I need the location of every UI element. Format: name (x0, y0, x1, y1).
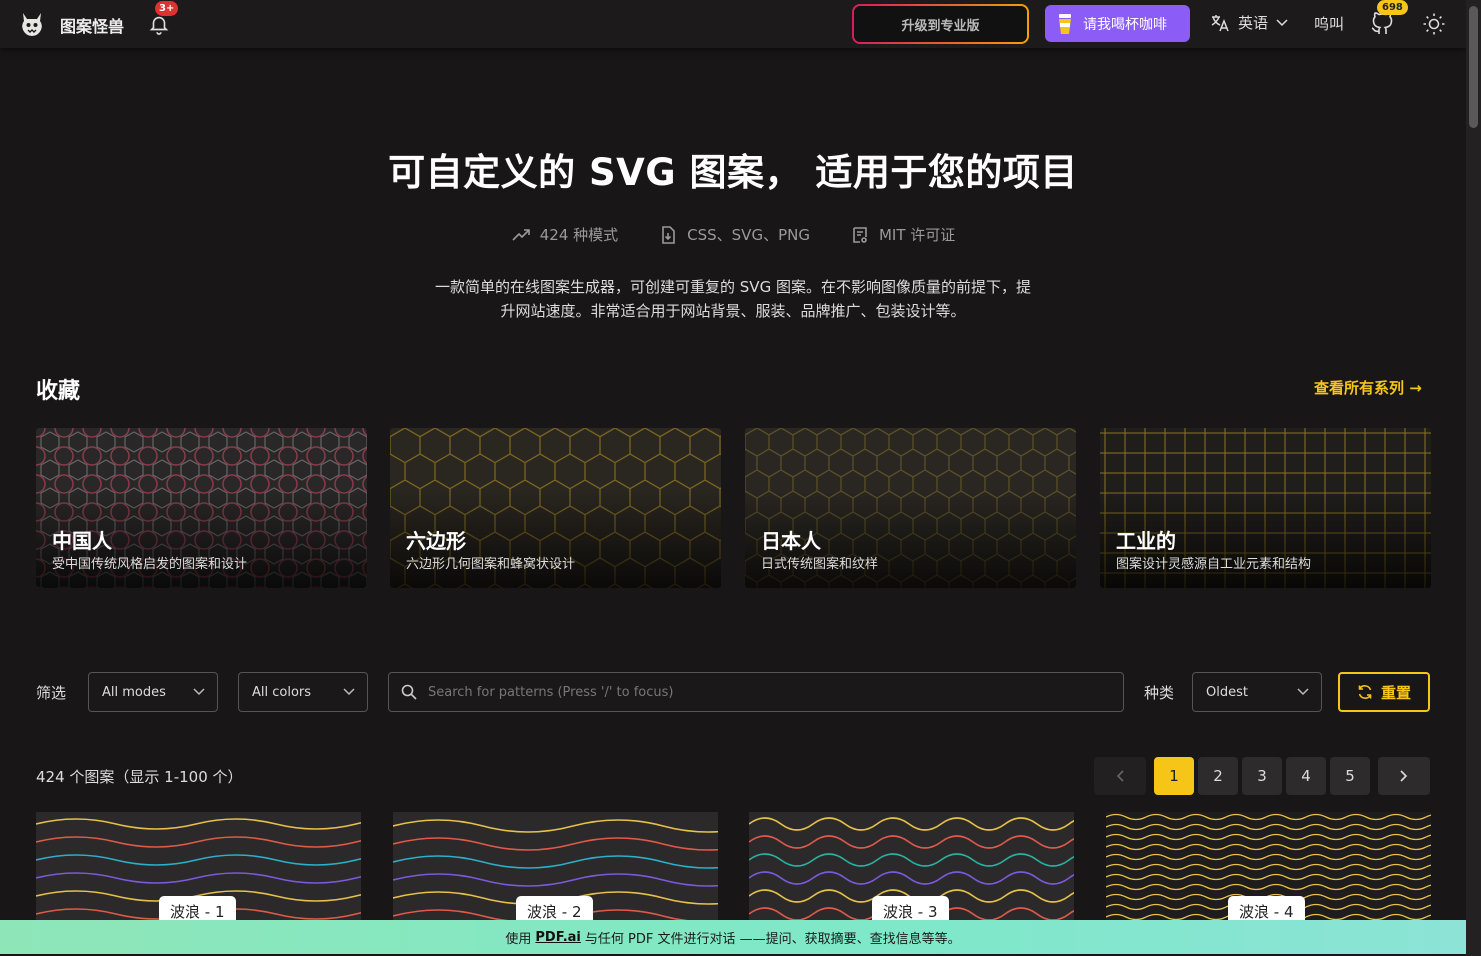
language-label: 英语 (1238, 14, 1269, 32)
notification-badge: 3+ (155, 1, 179, 16)
scrollbar-track[interactable] (1466, 0, 1481, 956)
search-box[interactable] (388, 672, 1124, 712)
search-icon (401, 684, 417, 700)
mode-select-value: All modes (102, 684, 166, 700)
collection-name: 中国人 (52, 529, 112, 553)
hero-stats: 424 种模式 CSS、SVG、PNG MIT 许可证 (0, 224, 1466, 245)
github-icon[interactable] (1370, 12, 1394, 36)
collection-desc: 日式传统图案和纹样 (761, 557, 879, 572)
page-number: 5 (1345, 767, 1355, 785)
upgrade-pro-label: 升级到专业版 (901, 18, 980, 34)
collection-card-chinese[interactable]: 中国人 受中国传统风格启发的图案和设计 (36, 428, 367, 588)
chevron-down-icon (343, 688, 355, 696)
stat-label: 424 种模式 (539, 226, 619, 244)
collection-name: 工业的 (1116, 529, 1176, 553)
file-download-icon (662, 225, 675, 244)
color-select[interactable]: All colors (238, 672, 368, 712)
top-navbar: 图案怪兽 3+ 升级到专业版 请我喝杯咖啡 英语 呜叫 698 (0, 0, 1466, 48)
stat-pattern-count: 424 种模式 (511, 224, 618, 245)
promo-banner: 使用 PDF.ai 与任何 PDF 文件进行对话 ——提问、获取摘要、查找信息等… (0, 920, 1466, 954)
hero-description: 一款简单的在线图案生成器，可创建可重复的 SVG 图案。在不影响图像质量的前提下… (435, 278, 1031, 320)
chevron-down-icon (1297, 688, 1309, 696)
sound-toggle[interactable]: 呜叫 (1314, 13, 1344, 34)
page-button-2[interactable]: 2 (1198, 757, 1238, 795)
collection-desc: 六边形几何图案和蜂窝状设计 (406, 557, 576, 572)
view-all-collections-link[interactable]: 查看所有系列 → (1314, 377, 1422, 398)
chevron-down-icon (1276, 18, 1288, 26)
page-number: 1 (1169, 767, 1179, 785)
upgrade-pro-button[interactable]: 升级到专业版 (852, 4, 1029, 44)
reset-button[interactable]: 重置 (1338, 672, 1430, 712)
github-stars-badge: 698 (1377, 0, 1408, 15)
sort-select-value: Oldest (1206, 684, 1248, 700)
reset-label: 重置 (1380, 683, 1411, 702)
refresh-icon (1358, 685, 1372, 699)
color-select-value: All colors (252, 684, 312, 700)
trending-up-icon (512, 228, 530, 241)
mode-select[interactable]: All modes (88, 672, 218, 712)
bell-icon[interactable] (148, 13, 170, 35)
arrow-right-icon: → (1409, 379, 1422, 397)
prev-page-button[interactable] (1094, 757, 1146, 795)
collection-name: 六边形 (406, 529, 466, 553)
page-number: 4 (1301, 767, 1311, 785)
language-selector[interactable]: 英语 (1210, 12, 1288, 33)
buy-coffee-button[interactable]: 请我喝杯咖啡 (1045, 5, 1190, 42)
collection-card-japanese[interactable]: 日本人 日式传统图案和纹样 (745, 428, 1076, 588)
stat-license: MIT 许可证 (850, 224, 955, 245)
hero-title: 可自定义的 SVG 图案， 适用于您的项目 (388, 151, 1078, 194)
chevron-down-icon (193, 688, 205, 696)
stat-label: MIT 许可证 (878, 226, 956, 244)
page-number: 2 (1213, 767, 1223, 785)
coffee-cup-icon (1059, 13, 1071, 34)
page-button-3[interactable]: 3 (1242, 757, 1282, 795)
banner-prefix: 使用 (505, 931, 532, 947)
page-button-5[interactable]: 5 (1330, 757, 1370, 795)
page-number: 3 (1257, 767, 1267, 785)
collection-desc: 图案设计灵感源自工业元素和结构 (1116, 557, 1312, 572)
sun-icon[interactable] (1422, 12, 1446, 36)
scrollbar-thumb[interactable] (1469, 6, 1478, 128)
page-button-1[interactable]: 1 (1154, 757, 1194, 795)
filter-label: 筛选 (36, 684, 67, 702)
buy-coffee-label: 请我喝杯咖啡 (1083, 16, 1167, 33)
view-all-label: 查看所有系列 (1314, 379, 1405, 397)
collections-title: 收藏 (36, 379, 81, 404)
pdf-ai-link[interactable]: PDF.ai (535, 930, 580, 945)
brand-name[interactable]: 图案怪兽 (60, 13, 124, 37)
license-icon (853, 226, 867, 243)
collection-name: 日本人 (761, 529, 821, 553)
collection-card-hexagon[interactable]: 六边形 六边形几何图案和蜂窝状设计 (390, 428, 721, 588)
stat-formats: CSS、SVG、PNG (658, 224, 810, 245)
next-page-button[interactable] (1378, 757, 1430, 795)
stat-label: CSS、SVG、PNG (687, 226, 810, 244)
sort-select[interactable]: Oldest (1192, 672, 1322, 712)
sort-label: 种类 (1144, 684, 1175, 702)
banner-suffix: 与任何 PDF 文件进行对话 ——提问、获取摘要、查找信息等等。 (584, 931, 961, 947)
chevron-right-icon (1400, 770, 1408, 782)
page-button-4[interactable]: 4 (1286, 757, 1326, 795)
results-count: 424 个图案（显示 1-100 个） (36, 768, 243, 786)
chevron-left-icon (1116, 770, 1124, 782)
monster-logo-icon[interactable] (20, 11, 44, 37)
collection-card-industrial[interactable]: 工业的 图案设计灵感源自工业元素和结构 (1100, 428, 1431, 588)
search-input[interactable] (428, 684, 1108, 700)
translate-icon (1211, 14, 1229, 31)
collection-desc: 受中国传统风格启发的图案和设计 (52, 557, 248, 572)
